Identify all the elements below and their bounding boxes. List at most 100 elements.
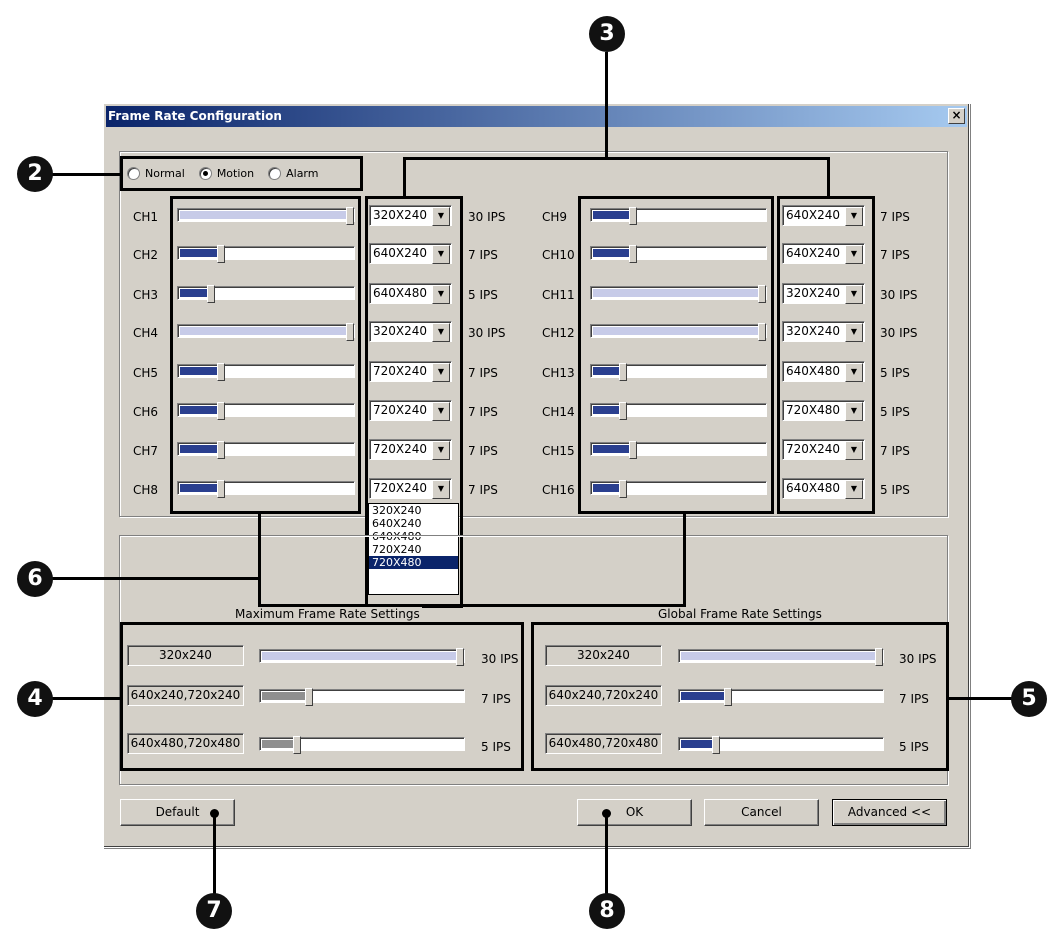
radio-alarm-indicator[interactable] [268,167,282,180]
global-setting-slider-thumb[interactable] [875,648,883,666]
callout-line-3-right-drop [827,157,830,198]
ips-value-ch14: 5 IPS [880,405,910,419]
max-setting-slider-thumb[interactable] [293,736,301,754]
max-setting-slider[interactable] [259,648,465,666]
ips-value-ch6: 7 IPS [468,405,498,419]
channel-label-ch7: CH7 [133,444,159,458]
max-setting-label: 640x240,720x240 [127,685,244,706]
global-setting-ips: 7 IPS [899,692,929,706]
callout-line-3-vert [605,52,608,159]
callout-line-6-left-vert [258,512,261,580]
max-setting-slider-thumb[interactable] [305,688,313,706]
radio-alarm-label: Alarm [286,167,319,180]
callout-line-3-horiz [403,157,830,160]
channel-label-ch3: CH3 [133,288,159,302]
max-setting-slider-fill [262,740,295,748]
channel-label-ch9: CH9 [542,210,568,224]
dropdown-option[interactable]: 640X240 [369,517,458,530]
callout-box-right-combos [777,196,875,514]
callout-dot-7 [210,809,219,818]
ips-value-ch15: 7 IPS [880,444,910,458]
callout-box-right-sliders [578,196,774,514]
ips-value-ch9: 7 IPS [880,210,910,224]
radio-motion-indicator[interactable] [198,167,212,180]
callout-box-left-sliders [170,196,361,514]
max-setting-slider[interactable] [259,688,465,706]
callout-line-6-mid-vert [258,577,261,607]
callout-line-2 [52,173,122,176]
callout-dot-8 [602,809,611,818]
callout-bubble-4: 4 [17,681,53,717]
ips-value-ch12: 30 IPS [880,326,918,340]
radio-alarm[interactable]: Alarm [268,167,318,180]
max-setting-slider-thumb[interactable] [456,648,464,666]
channel-label-ch14: CH14 [542,405,575,419]
callout-bubble-5: 5 [1011,681,1047,717]
global-setting-slider-fill [681,740,714,748]
global-setting-slider-fill [681,692,726,700]
ips-value-ch1: 30 IPS [468,210,506,224]
ips-value-ch13: 5 IPS [880,366,910,380]
max-setting-slider[interactable] [259,736,465,754]
max-settings-title: Maximum Frame Rate Settings [233,607,422,621]
channel-label-ch16: CH16 [542,483,575,497]
callout-bubble-6: 6 [17,561,53,597]
callout-line-8 [605,814,608,904]
callout-line-7 [213,814,216,904]
radio-motion-label: Motion [216,167,255,180]
channel-label-ch1: CH1 [133,210,159,224]
global-setting-slider[interactable] [678,736,884,754]
ips-value-ch4: 30 IPS [468,326,506,340]
max-setting-slider-fill [262,692,307,700]
global-setting-ips: 5 IPS [899,740,929,754]
global-settings-title: Global Frame Rate Settings [656,607,824,621]
max-setting-ips: 7 IPS [481,692,511,706]
channel-label-ch5: CH5 [133,366,159,380]
channel-label-ch12: CH12 [542,326,575,340]
callout-line-4 [52,697,122,700]
channel-label-ch10: CH10 [542,248,575,262]
cancel-button[interactable]: Cancel [704,799,819,826]
max-setting-label: 320x240 [127,645,244,666]
callout-line-3-left-drop [403,157,406,198]
channel-label-ch15: CH15 [542,444,575,458]
global-setting-slider-thumb[interactable] [724,688,732,706]
callout-line-6-horiz [52,577,261,580]
channel-label-ch11: CH11 [542,288,575,302]
channel-label-ch4: CH4 [133,326,159,340]
max-setting-ips: 5 IPS [481,740,511,754]
ips-value-ch3: 5 IPS [468,288,498,302]
ips-value-ch11: 30 IPS [880,288,918,302]
callout-line-6-bottom [258,604,686,607]
global-setting-slider-thumb[interactable] [712,736,720,754]
radio-normal-indicator[interactable] [127,167,140,180]
global-setting-label: 320x240 [545,645,662,666]
callout-line-5 [948,697,1020,700]
max-setting-label: 640x480,720x480 [127,733,244,754]
ips-value-ch2: 7 IPS [468,248,498,262]
global-setting-slider-fill [681,652,877,660]
window-title: Frame Rate Configuration [108,109,282,123]
channel-label-ch2: CH2 [133,248,159,262]
close-icon[interactable]: × [948,108,965,124]
max-setting-ips: 30 IPS [481,652,519,666]
global-setting-ips: 30 IPS [899,652,937,666]
global-setting-label: 640x480,720x480 [545,733,662,754]
channel-label-ch8: CH8 [133,483,159,497]
ips-value-ch10: 7 IPS [880,248,910,262]
global-setting-slider[interactable] [678,688,884,706]
callout-bubble-7: 7 [196,893,232,929]
radio-motion[interactable]: Motion [198,167,255,180]
ips-value-ch16: 5 IPS [880,483,910,497]
callout-line-6-right-vert [683,512,686,607]
advanced-button[interactable]: Advanced << [832,799,947,826]
global-setting-label: 640x240,720x240 [545,685,662,706]
max-setting-slider-fill [262,652,458,660]
global-setting-slider[interactable] [678,648,884,666]
radio-normal-label: Normal [145,167,185,180]
ips-value-ch5: 7 IPS [468,366,498,380]
ips-value-ch7: 7 IPS [468,444,498,458]
ok-button[interactable]: OK [577,799,692,826]
dropdown-option[interactable]: 320X240 [369,504,458,517]
radio-normal[interactable]: Normal [127,167,185,180]
